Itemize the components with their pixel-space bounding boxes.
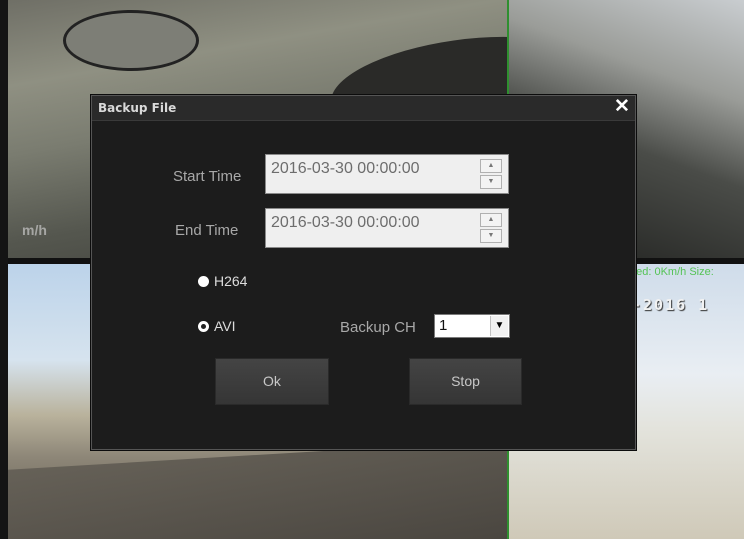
side-mirror: [63, 10, 199, 71]
radio-h264-label: H264: [214, 273, 248, 289]
close-icon[interactable]: ✕: [613, 97, 631, 117]
chevron-down-icon[interactable]: ▼: [490, 316, 508, 336]
dialog-title: Backup File: [98, 101, 177, 115]
radio-indicator: [198, 275, 209, 287]
start-time-spinner: ▲ ▼: [480, 159, 502, 189]
radio-avi[interactable]: AVI: [198, 318, 236, 334]
spin-up-icon[interactable]: ▲: [480, 159, 502, 173]
speed-unit-overlay: m/h: [22, 222, 47, 238]
ok-button[interactable]: Ok: [215, 358, 329, 405]
start-time-label: Start Time: [173, 168, 242, 185]
date-overlay: -2016 1: [632, 296, 710, 314]
start-time-value: 2016-03-30 00:00:00: [271, 160, 420, 177]
backup-ch-label: Backup CH: [340, 319, 416, 336]
radio-indicator: [198, 320, 209, 332]
end-time-value: 2016-03-30 00:00:00: [271, 214, 420, 231]
start-time-field[interactable]: 2016-03-30 00:00:00 ▲ ▼: [265, 154, 509, 194]
spin-up-icon[interactable]: ▲: [480, 213, 502, 227]
left-edge: [0, 0, 8, 539]
radio-h264[interactable]: H264: [198, 273, 247, 289]
spin-down-icon[interactable]: ▼: [480, 229, 502, 243]
stop-button[interactable]: Stop: [409, 358, 522, 405]
backup-ch-value: 1: [439, 317, 448, 334]
spin-down-icon[interactable]: ▼: [480, 175, 502, 189]
backup-ch-select[interactable]: 1 ▼: [434, 314, 510, 338]
radio-avi-label: AVI: [214, 318, 236, 334]
end-time-spinner: ▲ ▼: [480, 213, 502, 243]
end-time-field[interactable]: 2016-03-30 00:00:00 ▲ ▼: [265, 208, 509, 248]
backup-file-dialog: Backup File ✕ Start Time 2016-03-30 00:0…: [91, 95, 636, 450]
dialog-title-bar[interactable]: Backup File ✕: [92, 96, 635, 121]
speed-overlay: eed: 0Km/h Size:: [630, 266, 714, 278]
end-time-label: End Time: [175, 222, 239, 239]
